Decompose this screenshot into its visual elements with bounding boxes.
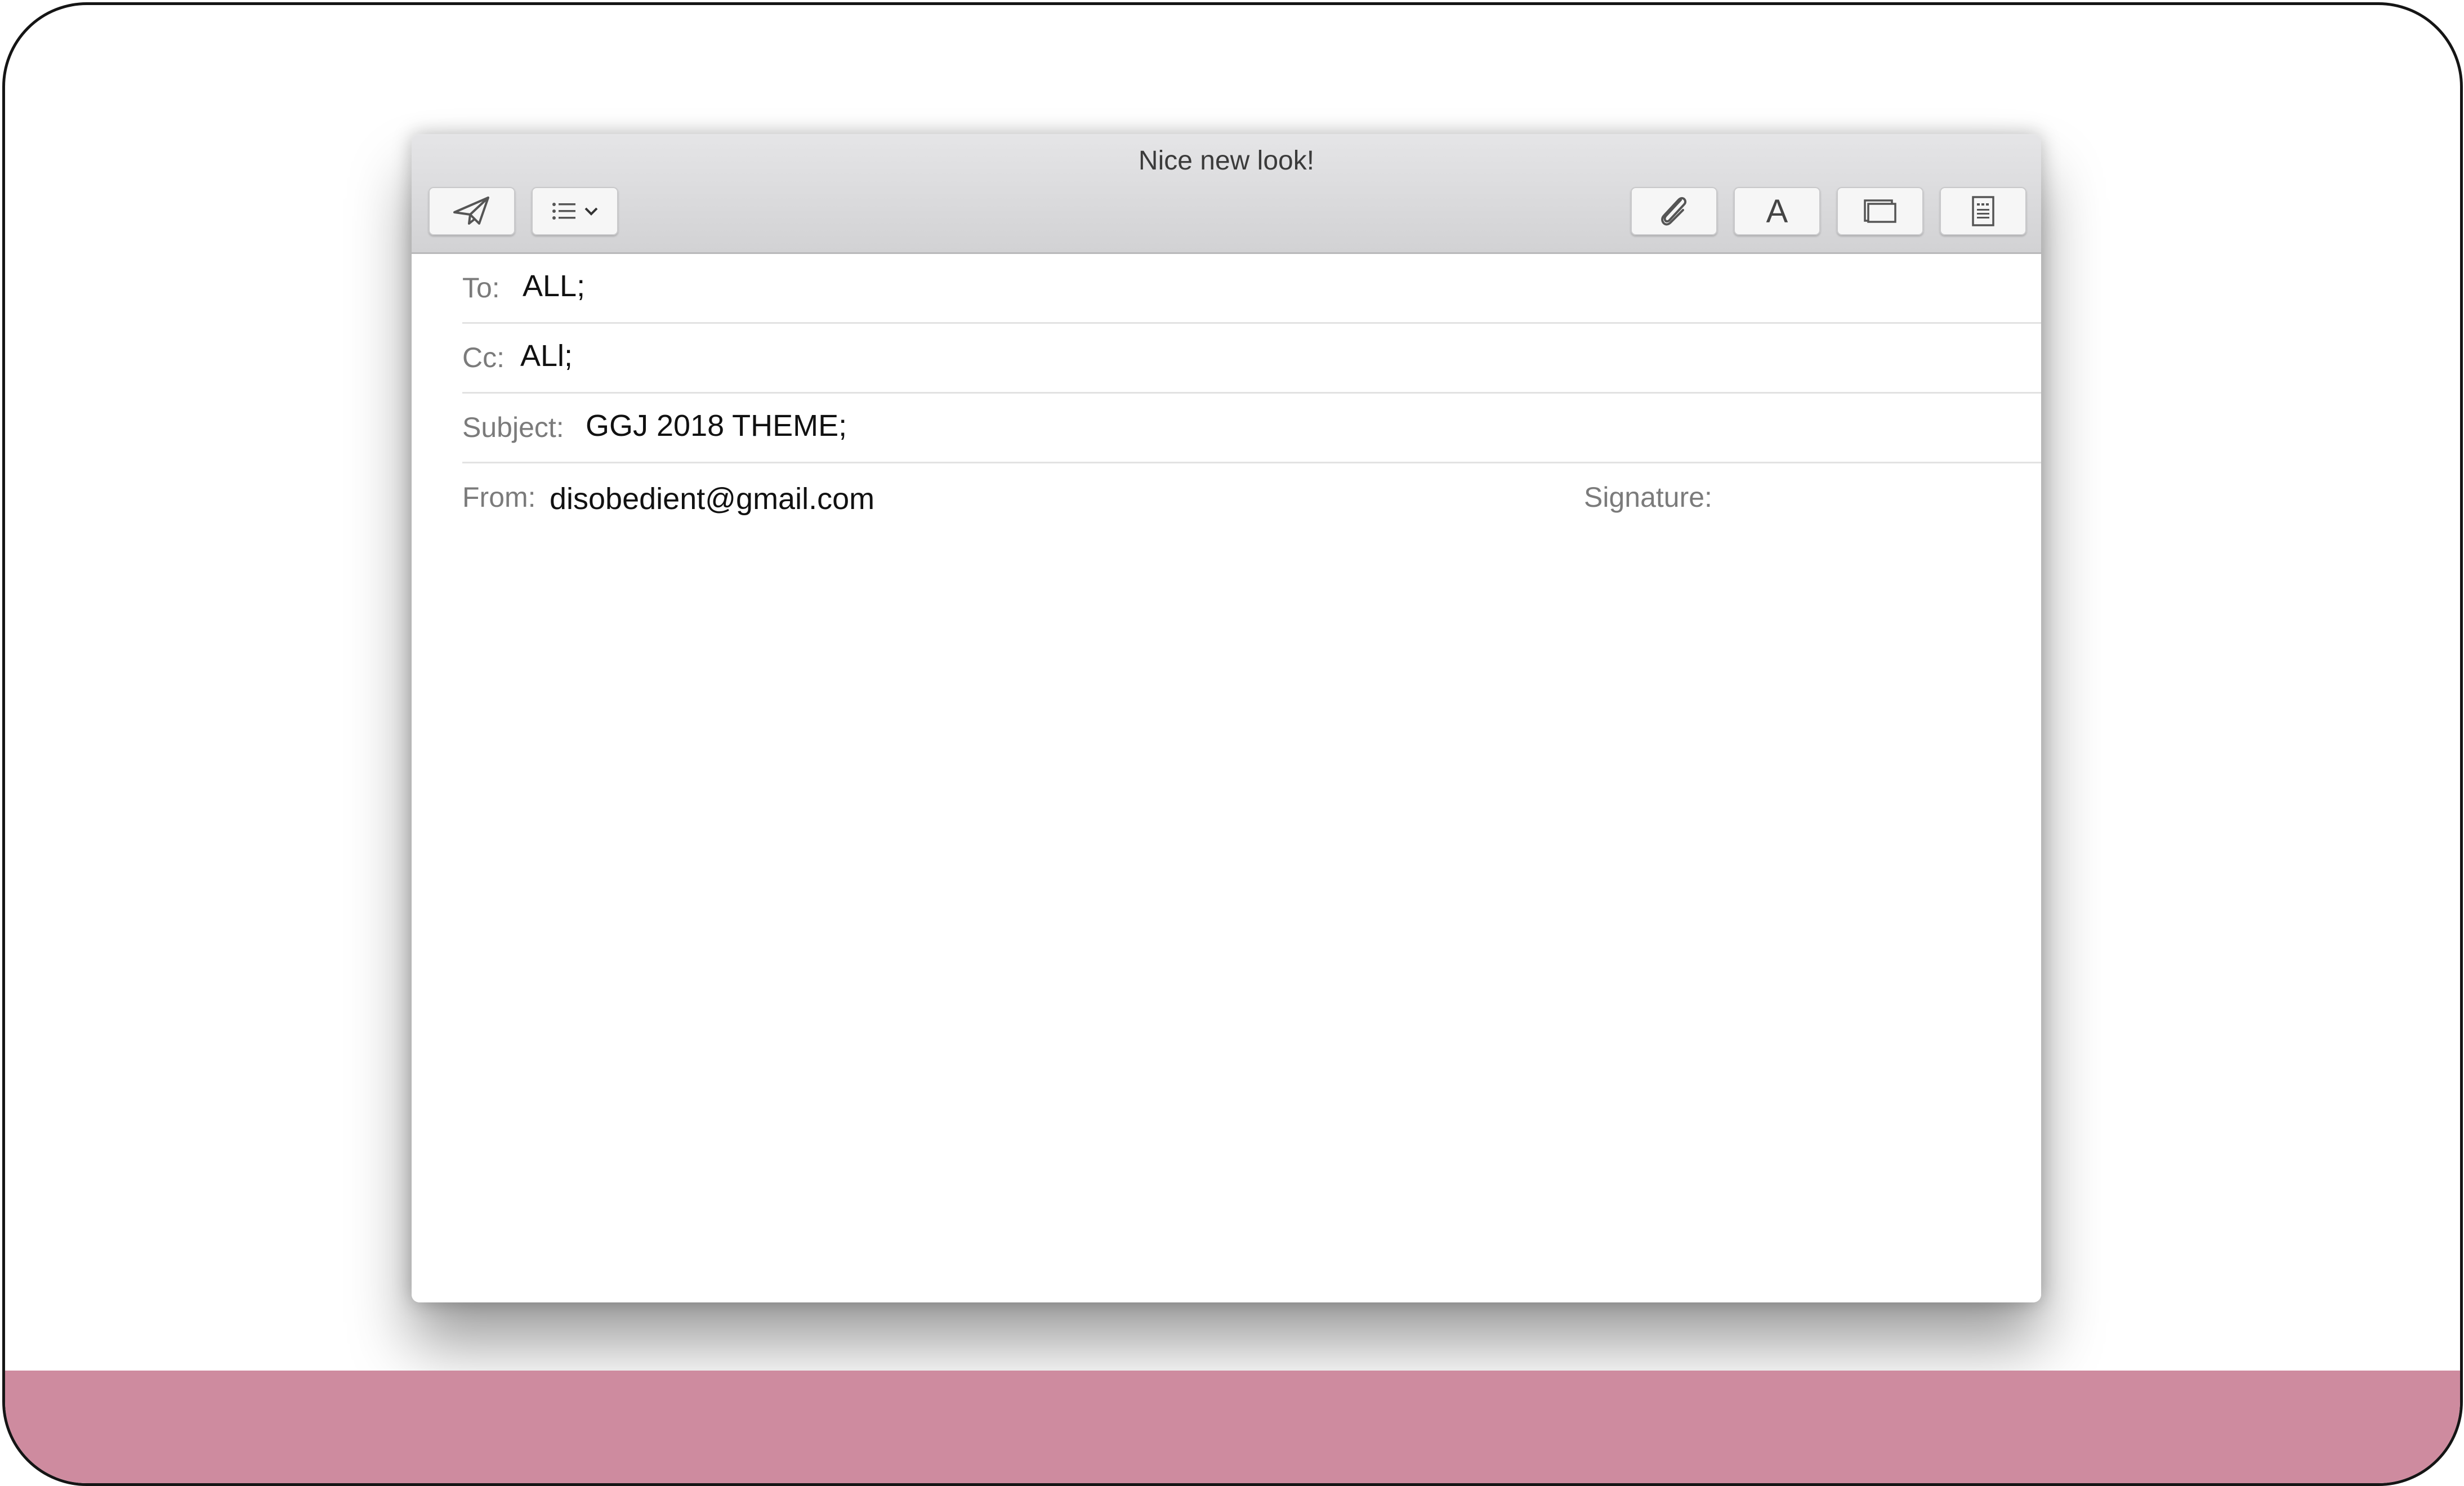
from-field-row: From: disobedient@gmail.com Signature: [462, 463, 2041, 533]
to-field[interactable]: ALL; [523, 267, 585, 305]
photo-browser-button[interactable] [1837, 187, 1923, 235]
send-icon [452, 195, 492, 227]
message-body[interactable] [412, 529, 2041, 1302]
from-label: From: [462, 481, 536, 513]
window-title: Nice new look! [1138, 146, 1315, 176]
stationery-button[interactable] [1940, 187, 2026, 235]
from-field[interactable]: disobedient@gmail.com [550, 480, 874, 517]
to-field-row: To: ALL; [462, 254, 2041, 324]
slide-frame: Nice new look! A To: ALL; Cc: ALl; Subje… [2, 2, 2463, 1486]
to-label: To: [462, 272, 500, 304]
format-text-button[interactable]: A [1734, 187, 1820, 235]
font-icon: A [1766, 193, 1788, 230]
signature-label: Signature: [1584, 481, 1712, 513]
cc-label: Cc: [462, 342, 505, 373]
mail-compose-window: Nice new look! A To: ALL; Cc: ALl; Subje… [412, 134, 2041, 1302]
send-button[interactable] [428, 187, 515, 235]
subject-field[interactable]: GGJ 2018 THEME; [586, 407, 847, 444]
paperclip-icon [1658, 194, 1690, 228]
stationery-icon [1971, 195, 1996, 227]
title-bar: Nice new look! A [412, 134, 2041, 254]
cc-field[interactable]: ALl; [520, 337, 573, 374]
photo-browser-icon [1863, 198, 1898, 224]
attach-button[interactable] [1631, 187, 1717, 235]
cc-field-row: Cc: ALl; [462, 324, 2041, 394]
header-fields-menu-button[interactable] [532, 187, 618, 235]
subject-label: Subject: [462, 412, 564, 443]
subject-field-row: Subject: GGJ 2018 THEME; [462, 394, 2041, 463]
bottom-band [5, 1371, 2460, 1483]
chevron-down-icon [584, 206, 599, 217]
